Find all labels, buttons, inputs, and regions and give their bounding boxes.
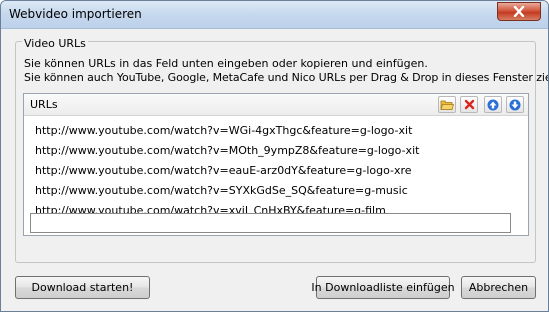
close-button[interactable]: [497, 2, 541, 21]
info-text-2: Sie können auch YouTube, Google, MetaCaf…: [24, 71, 549, 84]
urls-header: URLs: [24, 94, 528, 116]
url-list-item[interactable]: http://www.youtube.com/watch?v=MOth_9ymp…: [33, 141, 523, 161]
add-to-download-list-button[interactable]: In Downloadliste einfügen: [311, 276, 455, 299]
info-text-1: Sie können URLs in das Feld unten eingeb…: [24, 57, 428, 70]
group-legend: Video URLs: [22, 37, 88, 50]
url-list-item[interactable]: http://www.youtube.com/watch?v=SYXkGdSe_…: [33, 181, 523, 201]
window-title: Webvideo importieren: [9, 7, 142, 21]
delete-icon: [464, 99, 474, 110]
folder-open-icon: [440, 100, 454, 110]
url-list-item[interactable]: http://www.youtube.com/watch?v=WGi-4gxTh…: [33, 121, 523, 141]
move-up-icon: [487, 99, 499, 110]
close-icon: [513, 6, 525, 17]
urls-label: URLs: [30, 98, 58, 111]
url-list-item[interactable]: http://www.youtube.com/watch?v=eauE-arz0…: [33, 161, 523, 181]
download-start-button[interactable]: Download starten!: [15, 276, 150, 299]
dialog-window: Webvideo importieren Video URLs Sie könn…: [0, 0, 549, 312]
move-down-icon: [509, 99, 521, 110]
move-down-button[interactable]: [506, 96, 524, 113]
urls-panel: URLs http://www.youtube.com/watch?v=WGi-…: [23, 93, 529, 236]
delete-url-button[interactable]: [460, 96, 478, 113]
open-file-button[interactable]: [438, 96, 456, 113]
url-list[interactable]: http://www.youtube.com/watch?v=WGi-4gxTh…: [33, 121, 523, 221]
move-up-button[interactable]: [484, 96, 502, 113]
title-bar[interactable]: Webvideo importieren: [1, 1, 548, 29]
new-url-input[interactable]: [30, 213, 511, 233]
cancel-button[interactable]: Abbrechen: [461, 276, 536, 299]
